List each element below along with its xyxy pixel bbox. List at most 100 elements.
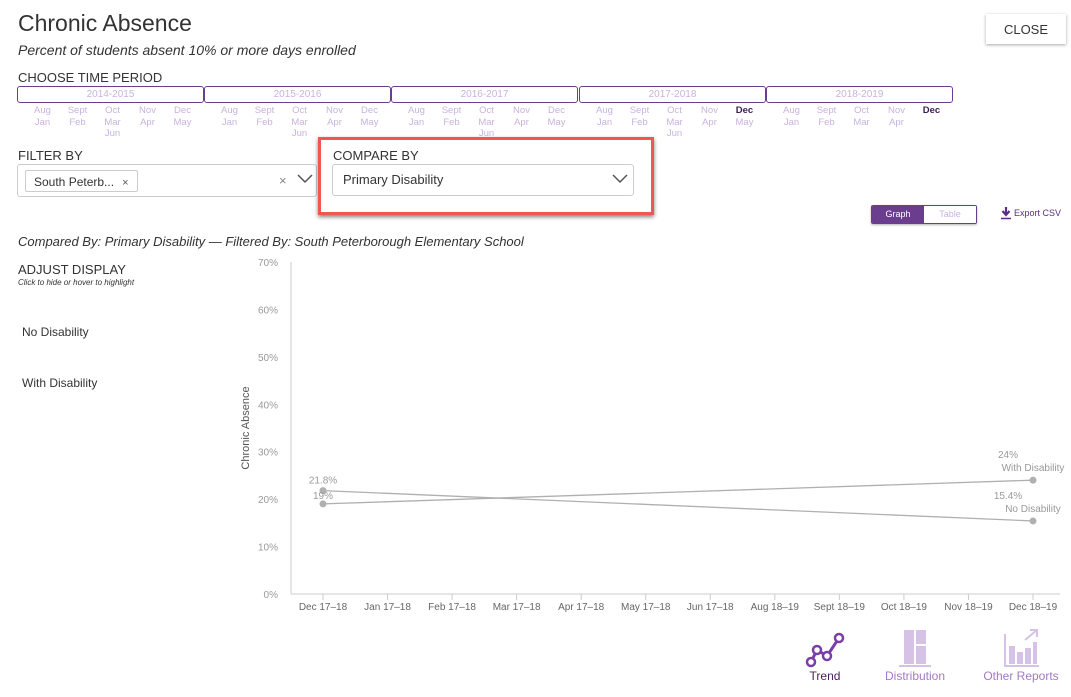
month-column: Oct Mar Jun bbox=[95, 105, 130, 140]
month-apr[interactable]: Apr bbox=[130, 117, 165, 129]
month-nov[interactable]: Nov bbox=[317, 105, 352, 117]
month-apr[interactable]: Apr bbox=[317, 117, 352, 129]
nav-other-reports[interactable]: Other Reports bbox=[976, 628, 1066, 683]
filter-tag-label: South Peterb... bbox=[34, 175, 115, 189]
month-group: Aug Jan Sept Feb Oct Mar Nov Apr Dec bbox=[774, 105, 949, 128]
month-feb[interactable]: Feb bbox=[434, 117, 469, 129]
data-point bbox=[1029, 517, 1037, 525]
month-dec[interactable]: Dec bbox=[914, 105, 949, 117]
month-column: Sept Feb bbox=[247, 105, 282, 140]
legend-item-no-disability[interactable]: No Disability bbox=[22, 325, 89, 339]
export-csv-button[interactable]: Export CSV bbox=[1000, 206, 1061, 220]
month-mar[interactable]: Mar bbox=[282, 117, 317, 129]
month-jan[interactable]: Jan bbox=[399, 117, 434, 129]
data-label: 19% bbox=[313, 491, 333, 502]
month-aug[interactable]: Aug bbox=[25, 105, 60, 117]
y-tick-label: 0% bbox=[264, 590, 279, 601]
year-2016-2017[interactable]: 2016-2017 bbox=[391, 86, 578, 103]
month-sept[interactable]: Sept bbox=[809, 105, 844, 117]
month-jan[interactable]: Jan bbox=[25, 117, 60, 129]
month-feb[interactable]: Feb bbox=[60, 117, 95, 129]
clear-filter-icon[interactable]: × bbox=[279, 173, 287, 188]
month-jun[interactable]: Jun bbox=[95, 128, 130, 140]
month-oct[interactable]: Oct bbox=[282, 105, 317, 117]
x-tick-label: Aug 18–19 bbox=[751, 602, 800, 613]
graph-toggle-button[interactable]: Graph bbox=[872, 206, 924, 223]
year-2018-2019[interactable]: 2018-2019 bbox=[766, 86, 953, 103]
page-title: Chronic Absence bbox=[18, 10, 192, 36]
nav-other-reports-label: Other Reports bbox=[983, 669, 1059, 683]
month-aug[interactable]: Aug bbox=[774, 105, 809, 117]
month-column: Sept Feb bbox=[809, 105, 844, 128]
month-feb[interactable]: Feb bbox=[809, 117, 844, 129]
month-mar[interactable]: Mar bbox=[469, 117, 504, 129]
month-feb[interactable]: Feb bbox=[622, 117, 657, 129]
month-jun[interactable]: Jun bbox=[282, 128, 317, 140]
month-may[interactable]: May bbox=[165, 117, 200, 129]
month-dec[interactable]: Dec bbox=[539, 105, 574, 117]
month-nov[interactable]: Nov bbox=[692, 105, 727, 117]
compare-by-label: COMPARE BY bbox=[333, 148, 419, 163]
month-nov[interactable]: Nov bbox=[130, 105, 165, 117]
month-column: Nov Apr bbox=[879, 105, 914, 128]
x-tick-label: Mar 17–18 bbox=[493, 602, 541, 613]
month-mar[interactable]: Mar bbox=[95, 117, 130, 129]
month-sept[interactable]: Sept bbox=[434, 105, 469, 117]
month-dec[interactable]: Dec bbox=[165, 105, 200, 117]
month-nov[interactable]: Nov bbox=[504, 105, 539, 117]
month-dec[interactable]: Dec bbox=[352, 105, 387, 117]
nav-trend[interactable]: Trend bbox=[800, 628, 850, 683]
month-may[interactable]: May bbox=[539, 117, 574, 129]
chevron-down-icon[interactable] bbox=[611, 172, 629, 190]
month-column: Oct Mar Jun bbox=[282, 105, 317, 140]
other-reports-icon bbox=[1004, 629, 1039, 667]
month-oct[interactable]: Oct bbox=[657, 105, 692, 117]
month-mar[interactable]: Mar bbox=[657, 117, 692, 129]
x-tick-label: Jan 17–18 bbox=[364, 602, 411, 613]
month-column: Dec May bbox=[539, 105, 574, 140]
compare-by-select[interactable]: Primary Disability bbox=[332, 164, 634, 196]
y-tick-label: 20% bbox=[258, 495, 278, 506]
month-sept[interactable]: Sept bbox=[60, 105, 95, 117]
close-button[interactable]: CLOSE bbox=[986, 14, 1066, 44]
month-apr[interactable]: Apr bbox=[504, 117, 539, 129]
table-toggle-button[interactable]: Table bbox=[924, 206, 976, 223]
month-aug[interactable]: Aug bbox=[399, 105, 434, 117]
year-2017-2018[interactable]: 2017-2018 bbox=[579, 86, 766, 103]
remove-tag-icon[interactable]: × bbox=[122, 177, 128, 189]
month-nov[interactable]: Nov bbox=[879, 105, 914, 117]
month-mar[interactable]: Mar bbox=[844, 117, 879, 129]
month-jan[interactable]: Jan bbox=[587, 117, 622, 129]
month-sept[interactable]: Sept bbox=[247, 105, 282, 117]
year-2014-2015[interactable]: 2014-2015 bbox=[17, 86, 204, 103]
data-label: 15.4% bbox=[994, 491, 1022, 502]
month-dec[interactable]: Dec bbox=[727, 105, 762, 117]
month-group: Aug Jan Sept Feb Oct Mar Jun Nov Apr Dec May bbox=[399, 105, 574, 140]
month-sept[interactable]: Sept bbox=[622, 105, 657, 117]
month-oct[interactable]: Oct bbox=[844, 105, 879, 117]
series-end-label: No Disability bbox=[1005, 504, 1061, 515]
month-may[interactable]: May bbox=[352, 117, 387, 129]
month-apr[interactable]: Apr bbox=[879, 117, 914, 129]
month-jan[interactable]: Jan bbox=[774, 117, 809, 129]
month-apr[interactable]: Apr bbox=[692, 117, 727, 129]
month-group: Aug Jan Sept Feb Oct Mar Jun Nov Apr Dec May bbox=[25, 105, 200, 140]
month-aug[interactable]: Aug bbox=[212, 105, 247, 117]
month-oct[interactable]: Oct bbox=[469, 105, 504, 117]
month-oct[interactable]: Oct bbox=[95, 105, 130, 117]
nav-distribution[interactable]: Distribution bbox=[876, 628, 954, 683]
month-feb[interactable]: Feb bbox=[247, 117, 282, 129]
month-column: Dec May bbox=[352, 105, 387, 140]
month-aug[interactable]: Aug bbox=[587, 105, 622, 117]
x-tick-label: Dec 17–18 bbox=[299, 602, 348, 613]
month-may[interactable]: May bbox=[727, 117, 762, 129]
filter-tag[interactable]: South Peterb... × bbox=[25, 170, 138, 192]
month-jun[interactable]: Jun bbox=[657, 128, 692, 140]
chevron-down-icon[interactable] bbox=[296, 172, 314, 190]
legend-item-with-disability[interactable]: With Disability bbox=[22, 376, 97, 390]
year-2015-2016[interactable]: 2015-2016 bbox=[204, 86, 391, 103]
x-tick-label: Apr 17–18 bbox=[558, 602, 605, 613]
month-column: Nov Apr bbox=[317, 105, 352, 140]
month-jan[interactable]: Jan bbox=[212, 117, 247, 129]
data-point bbox=[319, 487, 327, 495]
